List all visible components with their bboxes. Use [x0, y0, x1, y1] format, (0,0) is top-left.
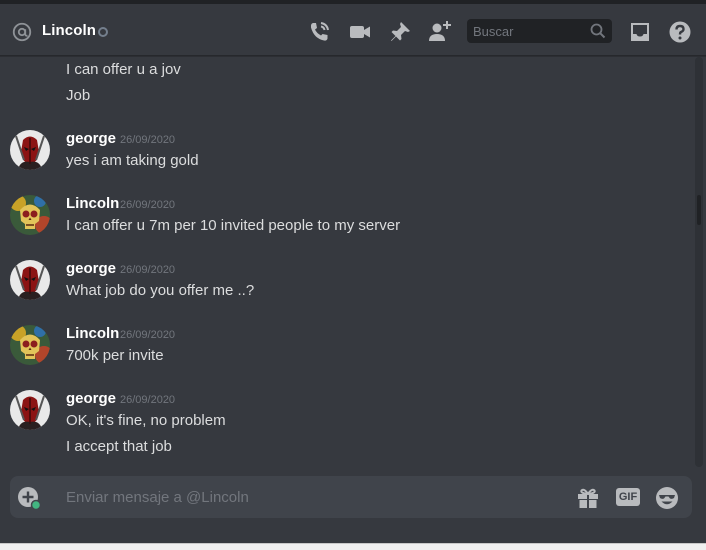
skull-avatar-icon: [10, 325, 50, 365]
gift-icon[interactable]: [576, 486, 600, 510]
message-author[interactable]: Lincoln: [66, 325, 119, 343]
upload-plus-icon[interactable]: [17, 486, 41, 510]
deadpool-avatar-icon: [10, 390, 50, 430]
avatar[interactable]: [10, 325, 50, 365]
inbox-icon[interactable]: [628, 20, 652, 44]
channel-name: Lincoln: [42, 22, 97, 39]
message-text: I accept that job: [66, 438, 172, 455]
message-timestamp: 26/09/2020: [120, 394, 176, 406]
window-bottom-strip: [0, 543, 706, 550]
message-text: Job: [66, 87, 91, 104]
deadpool-avatar-icon: [10, 260, 50, 300]
message-timestamp: 26/09/2020: [120, 199, 176, 211]
message-author[interactable]: george: [66, 260, 116, 278]
gif-button[interactable]: GIF: [616, 488, 640, 506]
avatar[interactable]: [10, 130, 50, 170]
message-text: OK, it's fine, no problem: [66, 412, 226, 429]
message-timestamp: 26/09/2020: [120, 264, 176, 276]
search-box[interactable]: Buscar: [467, 19, 612, 43]
add-friend-icon[interactable]: [428, 20, 452, 44]
message-author[interactable]: george: [66, 130, 116, 148]
message-text: I can offer u 7m per 10 invited people t…: [66, 217, 401, 234]
message-scrollbar-thumb[interactable]: [697, 195, 701, 225]
message-text: What job do you offer me ..?: [66, 282, 255, 299]
pin-icon[interactable]: [388, 20, 412, 44]
deadpool-avatar-icon: [10, 130, 50, 170]
channel-header: Lincoln Buscar: [0, 4, 706, 56]
message-text: 700k per invite: [66, 347, 164, 364]
offline-status-icon: [98, 27, 108, 37]
at-sign-icon: [12, 22, 32, 42]
message-text: yes i am taking gold: [66, 152, 199, 169]
message-scrollbar-track[interactable]: [695, 57, 703, 467]
help-icon[interactable]: [668, 20, 692, 44]
search-placeholder: Buscar: [473, 24, 514, 39]
video-call-icon[interactable]: [348, 20, 372, 44]
message-input[interactable]: [66, 487, 546, 507]
skull-avatar-icon: [10, 195, 50, 235]
avatar[interactable]: [10, 195, 50, 235]
message-author[interactable]: george: [66, 390, 116, 408]
avatar[interactable]: [10, 390, 50, 430]
message-author[interactable]: Lincoln: [66, 195, 119, 213]
search-icon: [590, 23, 606, 39]
message-timestamp: 26/09/2020: [120, 134, 176, 146]
emoji-picker-icon[interactable]: [655, 486, 679, 510]
message-timestamp: 26/09/2020: [120, 329, 176, 341]
message-text: I can offer u a jov: [66, 61, 181, 78]
avatar[interactable]: [10, 260, 50, 300]
phone-call-icon[interactable]: [307, 20, 331, 44]
